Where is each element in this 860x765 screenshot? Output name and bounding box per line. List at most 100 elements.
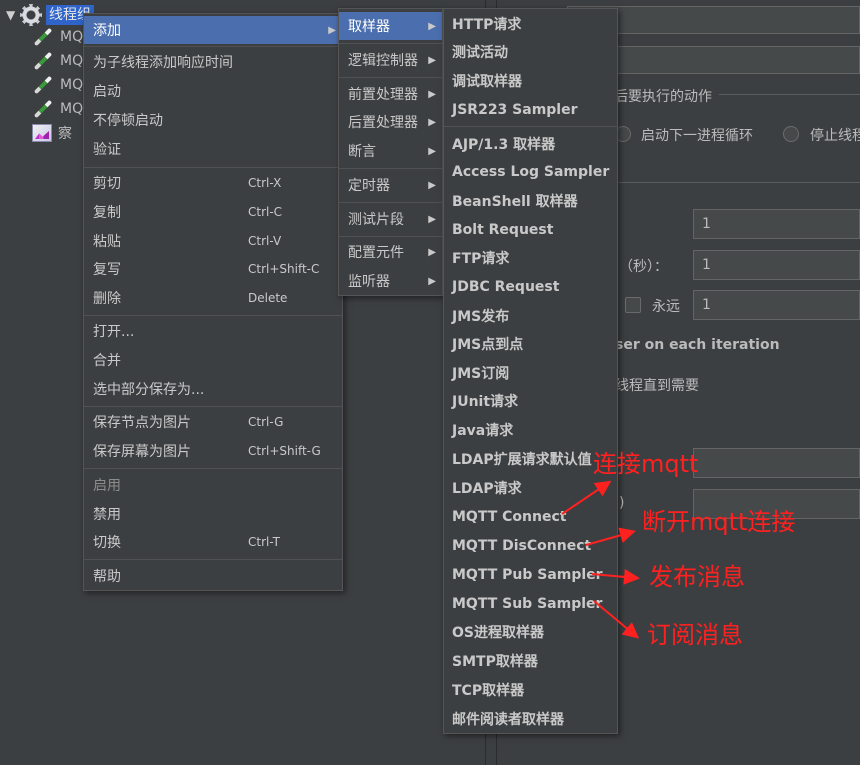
menu-item-pre-processor[interactable]: 前置处理器 ▶ <box>339 80 442 108</box>
menu-item-add-response-time[interactable]: 为子线程添加响应时间 <box>84 48 342 76</box>
menu-item-config-element[interactable]: 配置元件 ▶ <box>339 238 442 266</box>
menu-item-http-request[interactable]: HTTP请求 <box>444 10 617 38</box>
menu-item-start-no-pause[interactable]: 不停顿启动 <box>84 106 342 134</box>
menu-item-logic-controller[interactable]: 逻辑控制器 ▶ <box>339 46 442 74</box>
gear-icon <box>20 4 42 26</box>
menu-item-tcp-sampler[interactable]: TCP取样器 <box>444 676 617 704</box>
submenu-arrow-icon: ▶ <box>428 275 436 287</box>
duration-input[interactable] <box>693 448 860 478</box>
submenu-arrow-icon: ▶ <box>428 88 436 100</box>
menu-item-listener[interactable]: 监听器 ▶ <box>339 267 442 295</box>
menu-item-smtp-sampler[interactable]: SMTP取样器 <box>444 647 617 675</box>
menu-item-bolt-request[interactable]: Bolt Request <box>444 216 617 244</box>
menu-item-disable[interactable]: 禁用 <box>84 500 342 528</box>
menu-item-mail-reader-sampler[interactable]: 邮件阅读者取样器 <box>444 705 617 733</box>
menu-item-mqtt-disconnect[interactable]: MQTT DisConnect <box>444 532 617 560</box>
menu-item-timer[interactable]: 定时器 ▶ <box>339 171 442 199</box>
add-submenu: 取样器 ▶ 逻辑控制器 ▶ 前置处理器 ▶ 后置处理器 ▶ 断言 ▶ 定时器 ▶ 测试片段 ▶… <box>338 8 443 296</box>
action-after-error-title: 后要执行的动作 <box>614 89 712 105</box>
menu-item-start[interactable]: 启动 <box>84 77 342 105</box>
tree-item-sampler[interactable]: MQ <box>32 49 83 73</box>
menu-separator <box>84 406 342 407</box>
submenu-arrow-icon: ▶ <box>428 116 436 128</box>
menu-item-jms-subscriber[interactable]: JMS订阅 <box>444 359 617 387</box>
delay-thread-label: 线程直到需要 <box>615 378 699 394</box>
divider-line <box>719 94 860 95</box>
menu-separator <box>84 468 342 469</box>
menu-item-ftp-request[interactable]: FTP请求 <box>444 244 617 272</box>
menu-item-access-log-sampler[interactable]: Access Log Sampler <box>444 158 617 186</box>
tree-item-label: MQ <box>60 77 84 93</box>
annotation-disconnect: 断开mqtt连接 <box>642 508 796 536</box>
same-user-label: ser on each iteration <box>615 337 780 353</box>
menu-item-assertion[interactable]: 断言 ▶ <box>339 137 442 165</box>
tree-item-label: 察 <box>58 126 72 142</box>
context-menu: 添加 ▶ 为子线程添加响应时间 启动 不停顿启动 验证 剪切 Ctrl-X 复制 Ct… <box>83 13 343 591</box>
tree-item-sampler[interactable]: MQ <box>32 97 83 121</box>
menu-item-test-action[interactable]: 测试活动 <box>444 38 617 66</box>
rampup-input[interactable]: 1 <box>693 250 860 280</box>
threads-input[interactable]: 1 <box>693 209 860 239</box>
menu-item-add[interactable]: 添加 ▶ <box>84 16 342 44</box>
tree-item-sampler[interactable]: MQ <box>32 25 83 49</box>
menu-separator <box>84 559 342 560</box>
pipette-icon <box>32 74 54 96</box>
radio-stop-thread[interactable] <box>783 126 799 142</box>
menu-item-toggle[interactable]: 切换 Ctrl-T <box>84 528 342 556</box>
pipette-icon <box>32 50 54 72</box>
menu-separator <box>339 77 442 78</box>
loop-count-input[interactable]: 1 <box>693 290 860 320</box>
menu-item-copy[interactable]: 复制 Ctrl-C <box>84 198 342 226</box>
tree-item-sampler[interactable]: MQ <box>32 73 83 97</box>
menu-item-debug-sampler[interactable]: 调试取样器 <box>444 67 617 95</box>
forever-checkbox[interactable] <box>625 297 641 313</box>
menu-item-jsr223-sampler[interactable]: JSR223 Sampler <box>444 96 617 124</box>
menu-item-mqtt-sub-sampler[interactable]: MQTT Sub Sampler <box>444 590 617 618</box>
tree-item-label: MQ <box>60 101 84 117</box>
menu-item-merge[interactable]: 合并 <box>84 346 342 374</box>
tree-item-listener[interactable]: 察 <box>32 121 72 145</box>
menu-item-cut[interactable]: 剪切 Ctrl-X <box>84 169 342 197</box>
menu-item-java-request[interactable]: Java请求 <box>444 416 617 444</box>
menu-item-help[interactable]: 帮助 <box>84 562 342 590</box>
paren-text: ) <box>619 495 625 511</box>
menu-item-sampler[interactable]: 取样器 ▶ <box>339 12 442 40</box>
expand-arrow-icon[interactable]: ▼ <box>6 8 20 22</box>
menu-item-os-process-sampler[interactable]: OS进程取样器 <box>444 618 617 646</box>
radio-next-loop-label: 启动下一进程循环 <box>641 128 753 144</box>
annotation-subscribe: 订阅消息 <box>647 621 743 649</box>
menu-separator <box>339 168 442 169</box>
menu-item-jdbc-request[interactable]: JDBC Request <box>444 273 617 301</box>
listener-icon <box>32 124 52 142</box>
menu-item-beanshell-sampler[interactable]: BeanShell 取样器 <box>444 187 617 215</box>
submenu-arrow-icon: ▶ <box>428 54 436 66</box>
tree-item-label: MQ <box>60 29 84 45</box>
menu-item-open[interactable]: 打开... <box>84 317 342 345</box>
menu-item-test-fragment[interactable]: 测试片段 ▶ <box>339 205 442 233</box>
menu-item-post-processor[interactable]: 后置处理器 ▶ <box>339 108 442 136</box>
menu-item-save-screen-image[interactable]: 保存屏幕为图片 Ctrl+Shift-G <box>84 437 342 465</box>
pipette-icon <box>32 26 54 48</box>
annotation-connect: 连接mqtt <box>593 450 699 478</box>
pipette-icon <box>32 98 54 120</box>
submenu-arrow-icon: ▶ <box>428 20 436 32</box>
menu-item-jms-publisher[interactable]: JMS发布 <box>444 302 617 330</box>
menu-item-junit-request[interactable]: JUnit请求 <box>444 387 617 415</box>
radio-stop-thread-label: 停止线程 <box>810 128 860 144</box>
menu-item-save-node-image[interactable]: 保存节点为图片 Ctrl-G <box>84 408 342 436</box>
submenu-arrow-icon: ▶ <box>328 24 336 36</box>
menu-item-ajp-sampler[interactable]: AJP/1.3 取样器 <box>444 130 617 158</box>
menu-item-delete[interactable]: 删除 Delete <box>84 284 342 312</box>
menu-item-ldap-request[interactable]: LDAP请求 <box>444 474 617 502</box>
menu-item-paste[interactable]: 粘贴 Ctrl-V <box>84 227 342 255</box>
tree-root-thread-group[interactable]: ▼ 线程组 <box>6 3 94 27</box>
menu-item-duplicate[interactable]: 复写 Ctrl+Shift-C <box>84 255 342 283</box>
menu-item-mqtt-pub-sampler[interactable]: MQTT Pub Sampler <box>444 561 617 589</box>
menu-item-mqtt-connect[interactable]: MQTT Connect <box>444 503 617 531</box>
menu-item-jms-point-to-point[interactable]: JMS点到点 <box>444 330 617 358</box>
menu-item-save-selection[interactable]: 选中部分保存为... <box>84 375 342 403</box>
menu-separator <box>339 202 442 203</box>
menu-item-ldap-extended-request[interactable]: LDAP扩展请求默认值 <box>444 445 617 473</box>
sampler-submenu: HTTP请求 测试活动 调试取样器 JSR223 Sampler AJP/1.3… <box>443 8 618 734</box>
menu-item-validate[interactable]: 验证 <box>84 135 342 163</box>
